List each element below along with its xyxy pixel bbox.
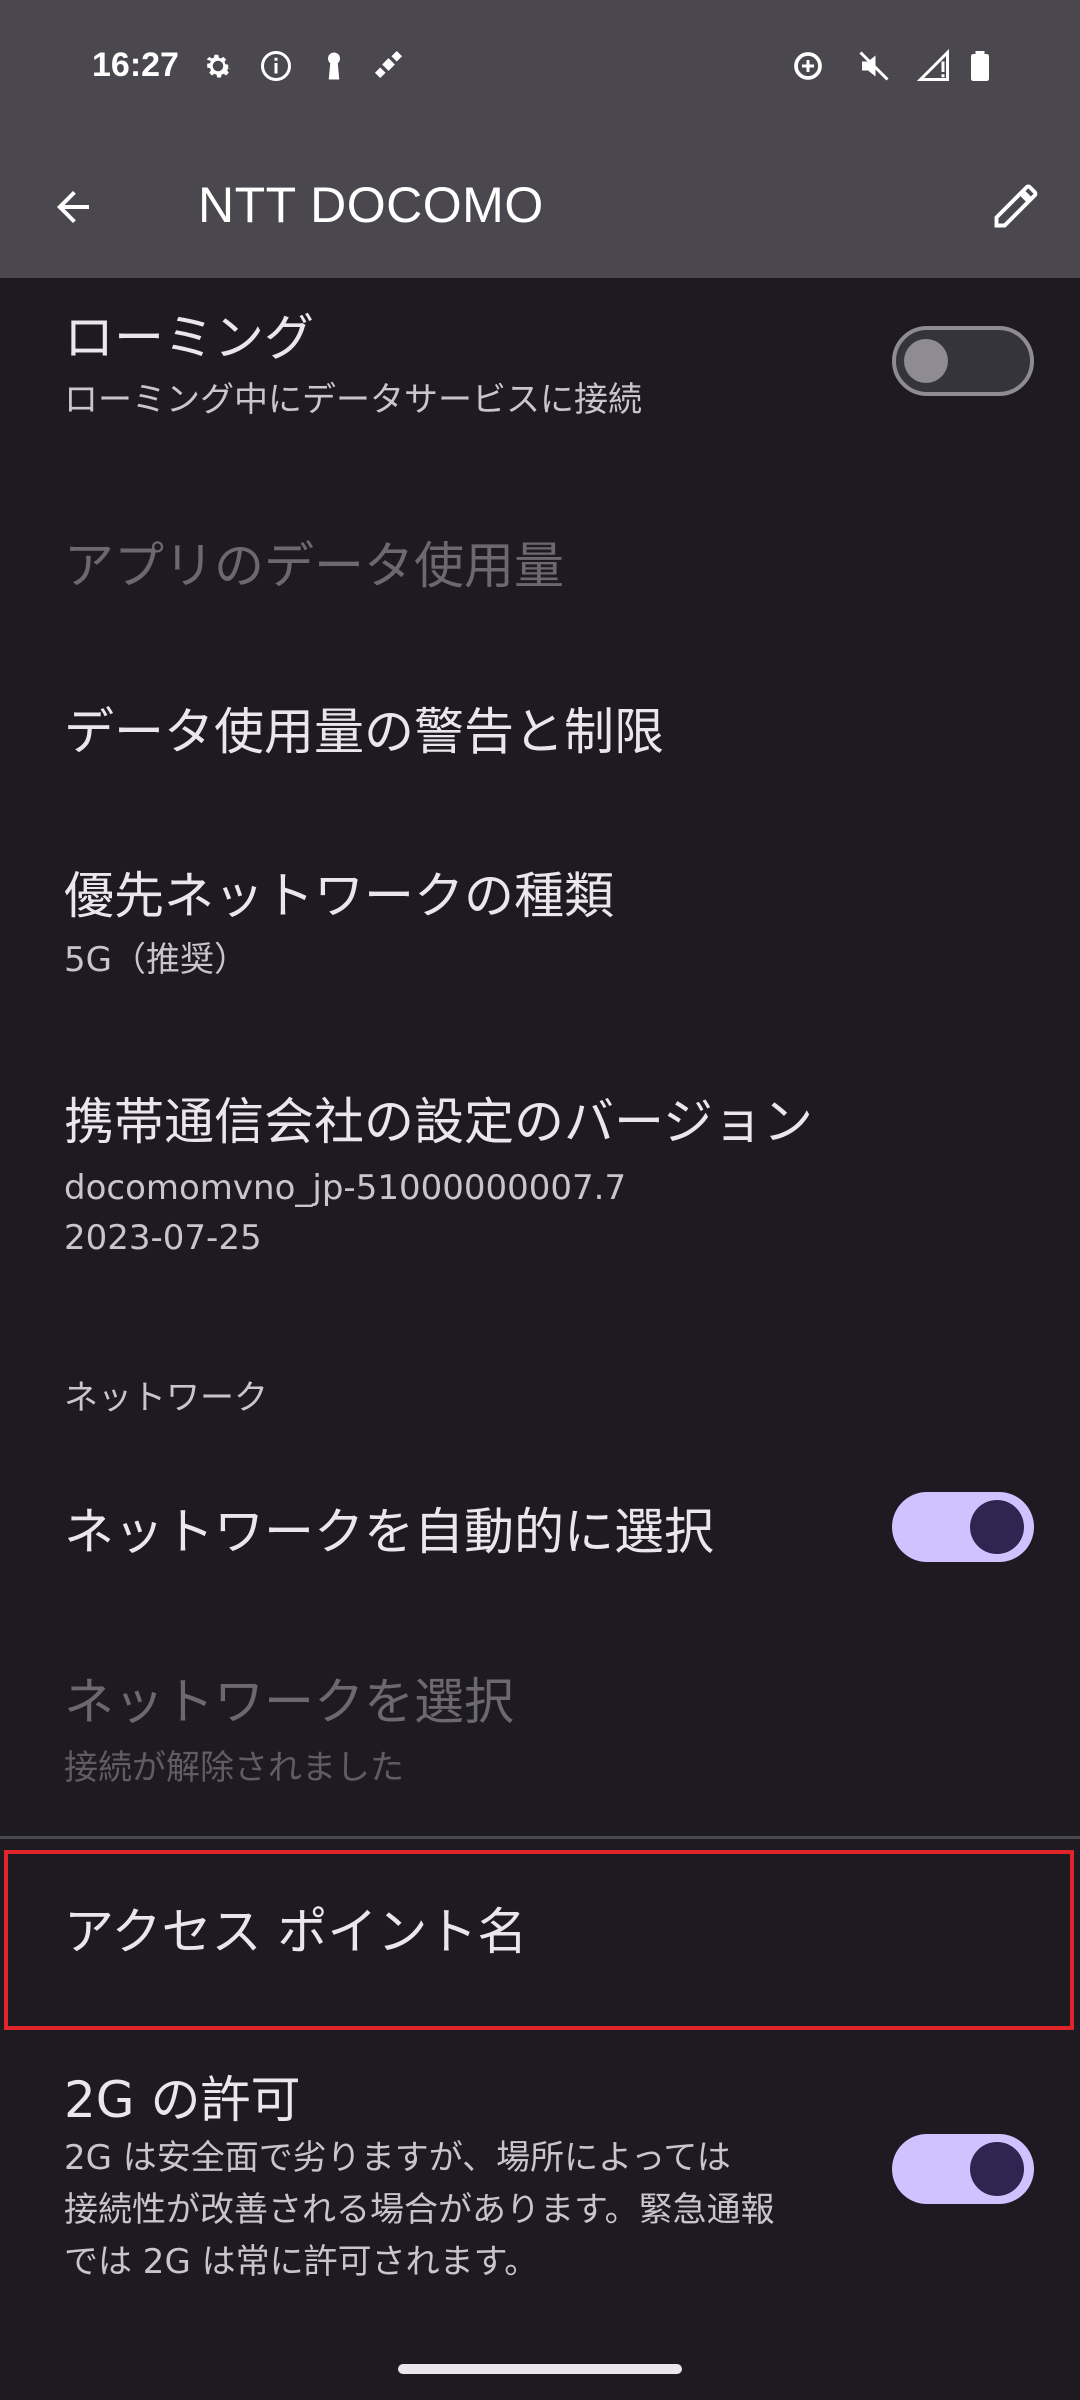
data-warning-row[interactable]: データ使用量の警告と制限 [0, 670, 1080, 790]
back-button[interactable] [38, 172, 108, 242]
keyhole-icon [328, 52, 340, 80]
select-network-row: ネットワークを選択 接続が解除されました [0, 1640, 1080, 1800]
info-icon [261, 51, 291, 81]
page-title: NTT DOCOMO [198, 177, 544, 233]
signal-icon [916, 48, 949, 81]
divider [0, 1836, 1080, 1839]
app-data-usage-title: アプリのデータ使用量 [64, 537, 564, 595]
switch-knob [970, 2142, 1024, 2196]
mute-icon [859, 51, 889, 81]
preferred-network-row[interactable]: 優先ネットワークの種類 5G（推奨） [0, 836, 1080, 996]
roaming-title: ローミング [64, 309, 314, 367]
gear-icon [206, 54, 231, 78]
auto-select-switch[interactable] [892, 1492, 1034, 1562]
carrier-version-title: 携帯通信会社の設定のバージョン [64, 1093, 813, 1151]
allow-2g-summary-2: 接続性が改善される場合があります。緊急通報 [64, 2190, 775, 2230]
highlight-box [4, 1850, 1074, 2030]
status-bar: 16:27 [0, 0, 1080, 136]
pencil-icon [994, 184, 1038, 228]
switch-knob [904, 339, 948, 383]
allow-2g-row[interactable]: 2G の許可 2G は安全面で劣りますが、場所によっては 接続性が改善される場合… [0, 2040, 1080, 2300]
allow-2g-summary-1: 2G は安全面で劣りますが、場所によっては [64, 2138, 731, 2178]
allow-2g-summary-3: では 2G は常に許可されます。 [64, 2242, 539, 2282]
back-arrow-icon [57, 191, 89, 223]
preferred-network-title: 優先ネットワークの種類 [64, 867, 614, 925]
allow-2g-switch[interactable] [892, 2134, 1034, 2204]
roaming-switch[interactable] [892, 326, 1034, 396]
preferred-network-summary: 5G（推奨） [64, 940, 248, 980]
select-network-summary: 接続が解除されました [64, 1748, 404, 1788]
allow-2g-title: 2G の許可 [64, 2071, 301, 2129]
switch-knob [970, 1500, 1024, 1554]
satellite-icon [374, 50, 403, 79]
status-time: 16:27 [92, 46, 179, 84]
auto-select-title: ネットワークを自動的に選択 [64, 1503, 714, 1561]
carrier-version-summary: docomomvno_jp-51000000007.7 [64, 1168, 627, 1208]
select-network-title: ネットワークを選択 [64, 1673, 514, 1731]
data-saver-icon [794, 52, 822, 80]
battery-icon [971, 51, 989, 81]
data-warning-title: データ使用量の警告と制限 [64, 703, 664, 761]
auto-select-row[interactable]: ネットワークを自動的に選択 [0, 1450, 1080, 1610]
roaming-row[interactable]: ローミング ローミング中にデータサービスに接続 [0, 278, 1080, 438]
app-data-usage-row: アプリのデータ使用量 [0, 500, 1080, 620]
roaming-summary: ローミング中にデータサービスに接続 [64, 380, 642, 420]
gesture-nav-handle[interactable] [398, 2364, 682, 2374]
carrier-version-date: 2023-07-25 [64, 1218, 262, 1258]
network-category-header: ネットワーク [64, 1378, 268, 1418]
edit-button[interactable] [980, 170, 1052, 242]
carrier-version-row[interactable]: 携帯通信会社の設定のバージョン docomomvno_jp-5100000000… [0, 1062, 1080, 1272]
